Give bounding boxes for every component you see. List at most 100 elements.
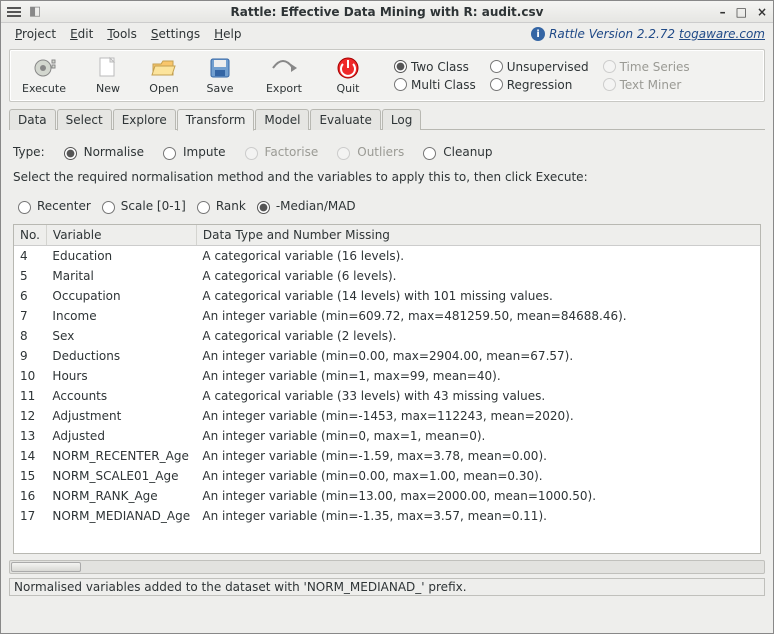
horizontal-scrollbar[interactable] bbox=[9, 560, 765, 574]
cell-variable: Marital bbox=[46, 266, 196, 286]
table-row[interactable]: 12AdjustmentAn integer variable (min=-14… bbox=[14, 406, 760, 426]
cell-desc: An integer variable (min=-1453, max=1122… bbox=[196, 406, 760, 426]
table-row[interactable]: 9DeductionsAn integer variable (min=0.00… bbox=[14, 346, 760, 366]
export-icon bbox=[270, 56, 298, 80]
export-button[interactable]: Export bbox=[256, 54, 312, 97]
cell-desc: An integer variable (min=-1.35, max=3.57… bbox=[196, 506, 760, 526]
col-datatype[interactable]: Data Type and Number Missing bbox=[196, 225, 760, 246]
table-row[interactable]: 4EducationA categorical variable (16 lev… bbox=[14, 246, 760, 267]
table-row[interactable]: 5MaritalA categorical variable (6 levels… bbox=[14, 266, 760, 286]
scrollbar-thumb[interactable] bbox=[11, 562, 81, 572]
status-text: Normalised variables added to the datase… bbox=[14, 580, 467, 594]
tab-explore[interactable]: Explore bbox=[113, 109, 176, 130]
info-icon: i bbox=[531, 27, 545, 41]
radio-unsupervised[interactable]: Unsupervised bbox=[490, 60, 589, 74]
cell-desc: An integer variable (min=-1.59, max=3.78… bbox=[196, 446, 760, 466]
cell-no: 17 bbox=[14, 506, 46, 526]
maximize-button[interactable]: □ bbox=[736, 5, 747, 19]
cell-variable: Occupation bbox=[46, 286, 196, 306]
menu-project[interactable]: Project bbox=[9, 25, 62, 43]
cell-desc: An integer variable (min=0.00, max=1.00,… bbox=[196, 466, 760, 486]
radio-regression[interactable]: Regression bbox=[490, 78, 589, 92]
tab-model[interactable]: Model bbox=[255, 109, 309, 130]
method-scale01[interactable]: Scale [0-1] bbox=[97, 198, 186, 214]
version-info: i Rattle Version 2.2.72 togaware.com bbox=[531, 27, 765, 41]
radio-text-miner: Text Miner bbox=[603, 78, 690, 92]
version-link[interactable]: togaware.com bbox=[679, 27, 765, 41]
type-cleanup[interactable]: Cleanup bbox=[418, 144, 492, 160]
quit-button[interactable]: Quit bbox=[320, 54, 376, 97]
app-icon: ◧ bbox=[29, 4, 41, 19]
cell-no: 14 bbox=[14, 446, 46, 466]
cell-no: 9 bbox=[14, 346, 46, 366]
table-row[interactable]: 6OccupationA categorical variable (14 le… bbox=[14, 286, 760, 306]
cell-desc: A categorical variable (16 levels). bbox=[196, 246, 760, 267]
table-row[interactable]: 11AccountsA categorical variable (33 lev… bbox=[14, 386, 760, 406]
cell-no: 7 bbox=[14, 306, 46, 326]
open-button[interactable]: Open bbox=[136, 54, 192, 97]
col-no[interactable]: No. bbox=[14, 225, 46, 246]
cell-variable: NORM_MEDIANAD_Age bbox=[46, 506, 196, 526]
cell-variable: Sex bbox=[46, 326, 196, 346]
transform-panel: Type: Normalise Impute Factorise Outlier… bbox=[9, 130, 765, 558]
cell-variable: Deductions bbox=[46, 346, 196, 366]
table-row[interactable]: 10HoursAn integer variable (min=1, max=9… bbox=[14, 366, 760, 386]
col-variable[interactable]: Variable bbox=[46, 225, 196, 246]
type-impute[interactable]: Impute bbox=[158, 144, 226, 160]
table-row[interactable]: 8SexA categorical variable (2 levels). bbox=[14, 326, 760, 346]
cell-variable: NORM_RECENTER_Age bbox=[46, 446, 196, 466]
cell-no: 16 bbox=[14, 486, 46, 506]
type-label: Type: bbox=[13, 145, 45, 159]
cell-desc: An integer variable (min=609.72, max=481… bbox=[196, 306, 760, 326]
radio-time-series: Time Series bbox=[603, 60, 690, 74]
execute-icon bbox=[30, 56, 58, 80]
method-medianmad[interactable]: -Median/MAD bbox=[252, 198, 356, 214]
menu-tools[interactable]: Tools bbox=[101, 25, 143, 43]
method-row: Recenter Scale [0-1] Rank -Median/MAD bbox=[13, 198, 761, 214]
type-normalise[interactable]: Normalise bbox=[59, 144, 144, 160]
cell-desc: An integer variable (min=0.00, max=2904.… bbox=[196, 346, 760, 366]
cell-variable: Accounts bbox=[46, 386, 196, 406]
minimize-button[interactable]: – bbox=[720, 5, 726, 19]
titlebar: ◧ Rattle: Effective Data Mining with R: … bbox=[1, 1, 773, 23]
menu-edit[interactable]: Edit bbox=[64, 25, 99, 43]
cell-variable: Income bbox=[46, 306, 196, 326]
cell-no: 12 bbox=[14, 406, 46, 426]
close-button[interactable]: × bbox=[757, 5, 767, 19]
table-row[interactable]: 15NORM_SCALE01_AgeAn integer variable (m… bbox=[14, 466, 760, 486]
cell-no: 15 bbox=[14, 466, 46, 486]
tab-evaluate[interactable]: Evaluate bbox=[310, 109, 380, 130]
table-row[interactable]: 17NORM_MEDIANAD_AgeAn integer variable (… bbox=[14, 506, 760, 526]
type-outliers: Outliers bbox=[332, 144, 404, 160]
cell-desc: A categorical variable (2 levels). bbox=[196, 326, 760, 346]
menu-help[interactable]: Help bbox=[208, 25, 247, 43]
cell-no: 6 bbox=[14, 286, 46, 306]
table-row[interactable]: 13AdjustedAn integer variable (min=0, ma… bbox=[14, 426, 760, 446]
table-row[interactable]: 7IncomeAn integer variable (min=609.72, … bbox=[14, 306, 760, 326]
tab-transform[interactable]: Transform bbox=[177, 109, 255, 131]
version-text: Rattle Version 2.2.72 bbox=[549, 27, 675, 41]
cell-desc: A categorical variable (14 levels) with … bbox=[196, 286, 760, 306]
radio-multi-class[interactable]: Multi Class bbox=[394, 78, 476, 92]
method-rank[interactable]: Rank bbox=[192, 198, 246, 214]
window-menu-icon[interactable] bbox=[7, 7, 21, 17]
tab-select[interactable]: Select bbox=[57, 109, 112, 130]
execute-button[interactable]: Execute bbox=[16, 54, 72, 97]
cell-no: 10 bbox=[14, 366, 46, 386]
variable-table[interactable]: No. Variable Data Type and Number Missin… bbox=[13, 224, 761, 554]
new-button[interactable]: New bbox=[80, 54, 136, 97]
radio-two-class[interactable]: Two Class bbox=[394, 60, 476, 74]
cell-desc: A categorical variable (6 levels). bbox=[196, 266, 760, 286]
cell-variable: Adjustment bbox=[46, 406, 196, 426]
method-recenter[interactable]: Recenter bbox=[13, 198, 91, 214]
table-row[interactable]: 16NORM_RANK_AgeAn integer variable (min=… bbox=[14, 486, 760, 506]
cell-desc: An integer variable (min=1, max=99, mean… bbox=[196, 366, 760, 386]
save-button[interactable]: Save bbox=[192, 54, 248, 97]
tab-data[interactable]: Data bbox=[9, 109, 56, 130]
tabbar: Data Select Explore Transform Model Eval… bbox=[9, 106, 765, 130]
cell-desc: An integer variable (min=0, max=1, mean=… bbox=[196, 426, 760, 446]
tab-log[interactable]: Log bbox=[382, 109, 421, 130]
new-icon bbox=[94, 56, 122, 80]
table-row[interactable]: 14NORM_RECENTER_AgeAn integer variable (… bbox=[14, 446, 760, 466]
menu-settings[interactable]: Settings bbox=[145, 25, 206, 43]
